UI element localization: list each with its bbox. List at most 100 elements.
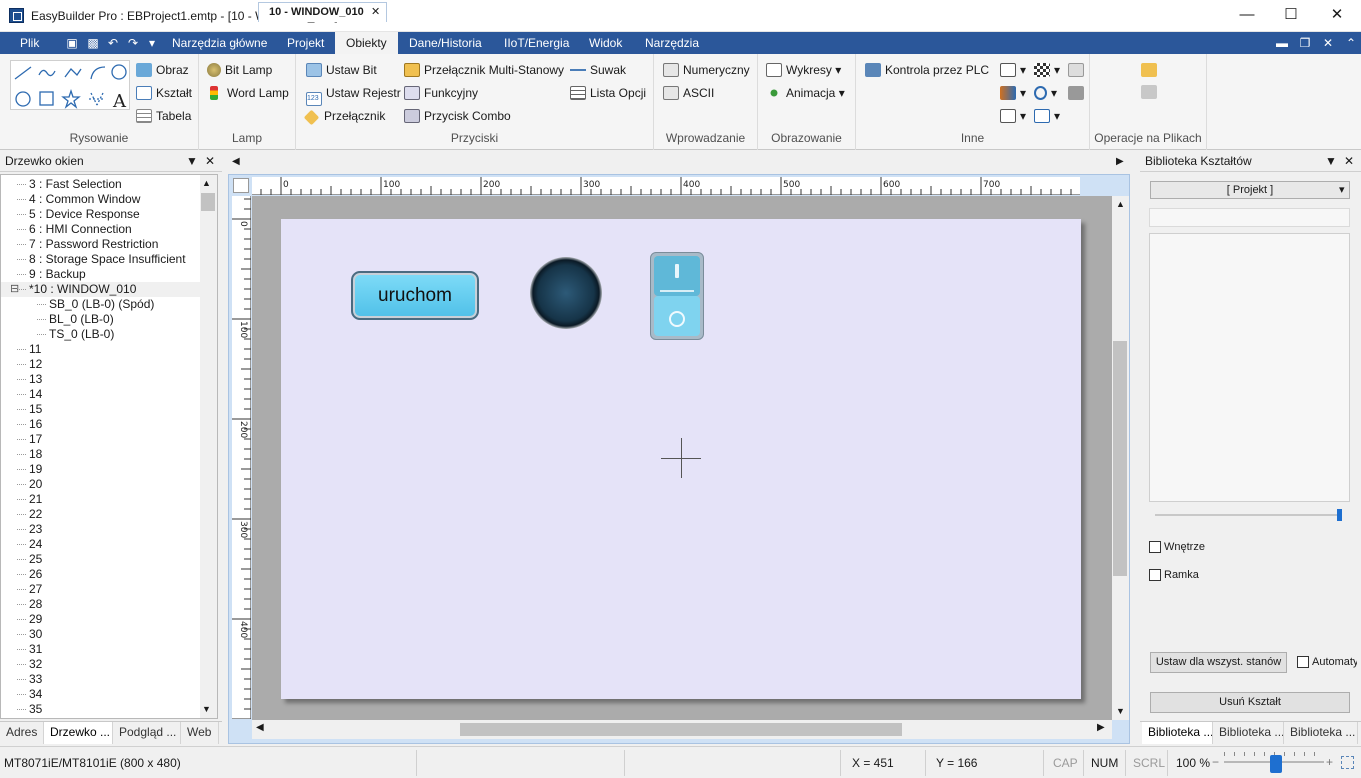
tree-item[interactable]: 5 : Device Response: [1, 207, 200, 222]
library-filter-field[interactable]: [1149, 208, 1350, 227]
tree-item[interactable]: 30: [1, 627, 200, 642]
inne-tool-2[interactable]: ▾: [1034, 60, 1060, 80]
bit-lamp-object[interactable]: [530, 257, 602, 329]
scroll-left-icon[interactable]: ◀: [256, 722, 264, 733]
undo-icon[interactable]: ↶: [106, 36, 120, 50]
zoom-slider-thumb[interactable]: [1270, 755, 1282, 773]
ribbon-restore-icon[interactable]: ❐: [1298, 36, 1312, 50]
tab-narzedzia-glowne[interactable]: Narzędzia główne: [161, 32, 278, 54]
tree-item[interactable]: 27: [1, 582, 200, 597]
auto-checkbox[interactable]: [1297, 656, 1309, 668]
przycisk-combo-button[interactable]: Przycisk Combo: [404, 106, 511, 126]
tab-dane-historia[interactable]: Dane/Historia: [398, 32, 493, 54]
inne-tool-4[interactable]: ▾: [1000, 83, 1026, 103]
ribbon-close-icon[interactable]: ✕: [1321, 36, 1335, 50]
tab-biblioteka-1[interactable]: Biblioteka ...: [1142, 722, 1213, 744]
tree-item[interactable]: 18: [1, 447, 200, 462]
wykresy-button[interactable]: Wykresy ▾: [766, 60, 841, 80]
tree-item[interactable]: SB_0 (LB-0) (Spód): [1, 297, 200, 312]
inne-tool-6[interactable]: [1068, 83, 1088, 103]
word-lamp-button[interactable]: Word Lamp: [207, 83, 289, 103]
tree-item[interactable]: 34: [1, 687, 200, 702]
shape-preview-list[interactable]: [1149, 233, 1350, 502]
apply-all-states-button[interactable]: Ustaw dla wszyst. stanów: [1150, 652, 1287, 673]
tree-item[interactable]: 33: [1, 672, 200, 687]
multistate-switch-button[interactable]: Przełącznik Multi-Stanowy: [404, 60, 564, 80]
panel-menu-icon[interactable]: ▼: [1325, 152, 1337, 171]
ramka-checkbox[interactable]: [1149, 569, 1161, 581]
maximize-button[interactable]: ☐: [1268, 0, 1314, 32]
close-button[interactable]: ✕: [1314, 0, 1360, 32]
tree-item[interactable]: 24: [1, 537, 200, 552]
file-browser-icon[interactable]: [1141, 63, 1157, 77]
inne-tool-1[interactable]: ▾: [1000, 60, 1026, 80]
customize-qat-icon[interactable]: ▾: [145, 36, 159, 50]
tab-projekt[interactable]: Projekt: [276, 32, 335, 54]
tree-item[interactable]: 35: [1, 702, 200, 717]
inne-tool-5[interactable]: ▾: [1034, 83, 1057, 103]
tree-item[interactable]: BL_0 (LB-0): [1, 312, 200, 327]
bit-lamp-button[interactable]: Bit Lamp: [207, 60, 272, 80]
tab-web[interactable]: Web: [181, 722, 219, 744]
scroll-right-icon[interactable]: ▶: [1097, 722, 1105, 733]
przelacznik-button[interactable]: Przełącznik: [303, 106, 385, 126]
tab-adres[interactable]: Adres: [0, 722, 44, 744]
tree-item[interactable]: 12: [1, 357, 200, 372]
tree-item[interactable]: 22: [1, 507, 200, 522]
tree-scrollbar[interactable]: ▲ ▼: [200, 175, 217, 718]
tree-item[interactable]: 29: [1, 612, 200, 627]
tab-podglad[interactable]: Podgląd ...: [113, 722, 181, 744]
zoom-out-icon[interactable]: −: [1212, 755, 1219, 769]
tabela-button[interactable]: Tabela: [136, 106, 191, 126]
animacja-button[interactable]: Animacja ▾: [766, 83, 845, 103]
collapse-icon[interactable]: ⊟: [10, 282, 19, 297]
lista-opcji-button[interactable]: Lista Opcji: [570, 83, 646, 103]
tree-item[interactable]: ⊟ *10 : WINDOW_010: [1, 282, 200, 297]
ksztalt-button[interactable]: Kształt: [136, 83, 192, 103]
tab-obiekty[interactable]: Obiekty: [335, 32, 398, 54]
remove-shape-button[interactable]: Usuń Kształt: [1150, 692, 1350, 713]
canvas-hscroll-thumb[interactable]: [460, 723, 902, 736]
shape-gallery[interactable]: A: [10, 60, 130, 112]
tree-item[interactable]: 32: [1, 657, 200, 672]
tree-item[interactable]: TS_0 (LB-0): [1, 327, 200, 342]
document-tab[interactable]: 10 - WINDOW_010 ✕: [258, 2, 387, 22]
tree-item[interactable]: 13: [1, 372, 200, 387]
save-as-icon[interactable]: ▩: [86, 36, 100, 50]
tab-iiot-energia[interactable]: IIoT/Energia: [493, 32, 580, 54]
tab-biblioteka-3[interactable]: Biblioteka ...: [1284, 722, 1358, 744]
inne-tool-3[interactable]: [1068, 60, 1088, 80]
tree-item[interactable]: 28: [1, 597, 200, 612]
tree-item[interactable]: 15: [1, 402, 200, 417]
ribbon-minimize-icon[interactable]: ▬: [1275, 36, 1289, 50]
tree-item[interactable]: 6 : HMI Connection: [1, 222, 200, 237]
panel-close-icon[interactable]: ✕: [1344, 152, 1354, 171]
panel-menu-icon[interactable]: ▼: [186, 152, 198, 171]
canvas-hscrollbar[interactable]: ◀ ▶: [252, 720, 1112, 739]
wnetrze-checkbox[interactable]: [1149, 541, 1161, 553]
tree-item[interactable]: 23: [1, 522, 200, 537]
tree-item[interactable]: 16: [1, 417, 200, 432]
tree-item[interactable]: 17: [1, 432, 200, 447]
ribbon-collapse-icon[interactable]: ⌃: [1344, 36, 1358, 50]
size-slider-track[interactable]: [1155, 514, 1339, 516]
toggle-switch-object[interactable]: [650, 252, 704, 340]
suwak-button[interactable]: Suwak: [570, 60, 626, 80]
uruchom-button[interactable]: uruchom: [351, 271, 479, 320]
canvas-vscrollbar[interactable]: ▲ ▼: [1112, 196, 1129, 720]
tree-item[interactable]: 20: [1, 477, 200, 492]
tree-item[interactable]: 3 : Fast Selection: [1, 177, 200, 192]
tab-scroll-right-icon[interactable]: ▶: [1116, 156, 1124, 167]
tab-widok[interactable]: Widok: [578, 32, 633, 54]
tab-drzewko[interactable]: Drzewko ...: [44, 722, 113, 744]
canvas-vscroll-thumb[interactable]: [1113, 341, 1127, 576]
tab-scroll-left-icon[interactable]: ◀: [232, 156, 240, 167]
inne-tool-8[interactable]: ▾: [1034, 106, 1060, 126]
numeryczny-button[interactable]: Numeryczny: [663, 60, 750, 80]
minimize-button[interactable]: —: [1224, 0, 1270, 32]
tree-item[interactable]: 7 : Password Restriction: [1, 237, 200, 252]
zoom-in-icon[interactable]: +: [1326, 755, 1333, 769]
tree-item[interactable]: 21: [1, 492, 200, 507]
redo-icon[interactable]: ↷: [126, 36, 140, 50]
fit-to-window-icon[interactable]: [1341, 756, 1354, 769]
